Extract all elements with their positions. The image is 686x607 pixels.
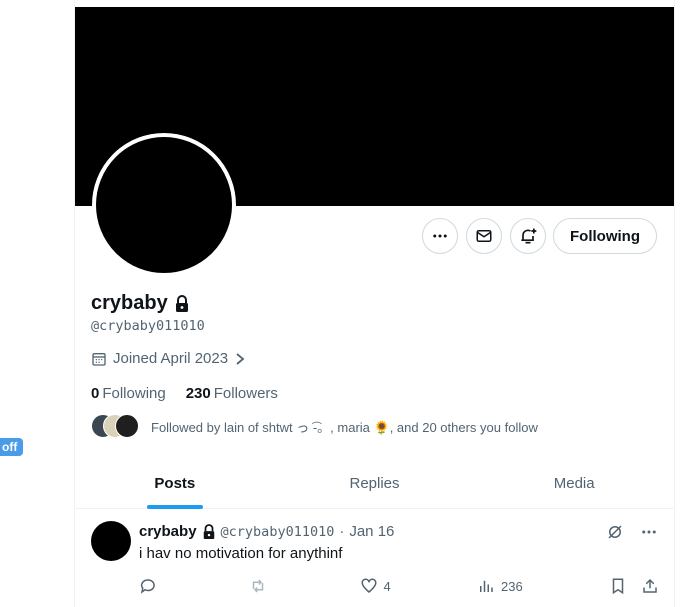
post-actions: 4 236: [139, 577, 659, 595]
heart-icon: [361, 578, 377, 593]
profile-name-row: crybaby: [91, 292, 190, 315]
post-date[interactable]: Jan 16: [349, 523, 394, 540]
repost-icon: [253, 579, 264, 593]
repost-button[interactable]: [249, 577, 273, 595]
chevron-right-icon: [236, 352, 245, 365]
joined-date[interactable]: Joined April 2023: [91, 350, 246, 367]
view-count: 236: [501, 578, 523, 594]
message-button[interactable]: [466, 218, 502, 254]
tab-posts[interactable]: Posts: [75, 458, 275, 509]
post-item[interactable]: crybaby @crybaby011010 · Jan 16 i hav no…: [75, 509, 674, 607]
post-header: crybaby @crybaby011010 · Jan 16: [139, 523, 394, 540]
post-separator: ·: [339, 523, 345, 540]
profile-avatar[interactable]: [92, 133, 236, 277]
followers-link[interactable]: 230 Followers: [186, 385, 278, 402]
notify-button[interactable]: [510, 218, 546, 254]
envelope-icon: [476, 230, 492, 242]
tab-media[interactable]: Media: [474, 458, 674, 508]
post-extra-actions: [609, 577, 659, 595]
following-button[interactable]: Following: [553, 218, 657, 254]
more-icon[interactable]: [640, 523, 658, 541]
more-button[interactable]: [422, 218, 458, 254]
bookmark-icon[interactable]: [609, 577, 627, 595]
followed-by[interactable]: Followed by lain of shtwt っ ͡-。, maria 🌻…: [91, 414, 538, 438]
post-author[interactable]: crybaby: [139, 523, 197, 540]
like-button[interactable]: 4: [360, 577, 391, 595]
profile-handle: @crybaby011010: [91, 318, 205, 334]
joined-label: Joined April 2023: [113, 350, 229, 367]
followed-by-avatars: [91, 414, 139, 438]
post-handle[interactable]: @crybaby011010: [221, 524, 335, 540]
calendar-icon: [92, 352, 106, 366]
like-count: 4: [383, 578, 391, 594]
lock-icon: [175, 294, 188, 312]
avatar: [115, 414, 139, 438]
profile-name: crybaby: [91, 292, 168, 314]
bell-plus-icon: [521, 228, 537, 244]
reply-icon: [140, 579, 155, 594]
lock-icon: [203, 523, 214, 539]
profile-tabs: Posts Replies Media: [75, 458, 674, 509]
share-icon[interactable]: [641, 577, 659, 595]
followed-by-text: Followed by lain of shtwt っ ͡-。, maria 🌻…: [151, 419, 538, 435]
tab-replies[interactable]: Replies: [275, 458, 475, 508]
off-badge[interactable]: off: [0, 438, 24, 456]
profile-column: Following crybaby @crybaby011010 Joined …: [74, 0, 675, 607]
avatar[interactable]: [91, 521, 131, 561]
following-link[interactable]: 0 Following: [91, 385, 166, 402]
views-button[interactable]: 236: [477, 577, 523, 595]
more-icon: [433, 234, 447, 238]
post-text: i hav no motivation for anythinf: [139, 545, 343, 562]
views-icon: [480, 580, 493, 592]
post-tools: [606, 523, 658, 541]
grok-icon[interactable]: [606, 523, 624, 541]
reply-button[interactable]: [139, 577, 163, 595]
follow-counts: 0 Following 230 Followers: [91, 385, 278, 402]
